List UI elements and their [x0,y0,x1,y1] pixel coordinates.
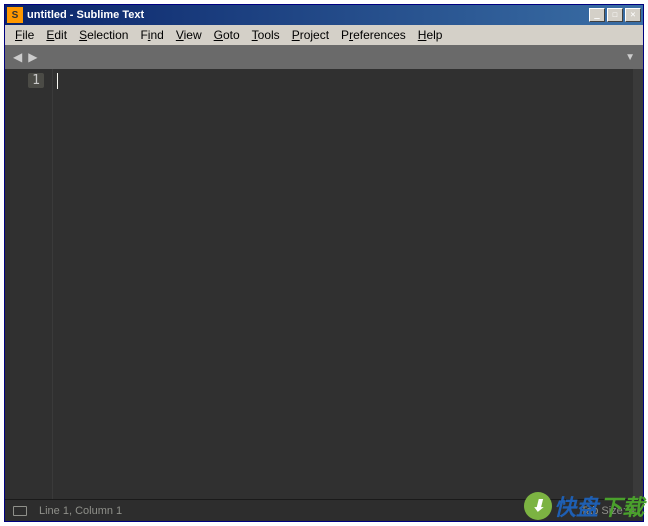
status-position[interactable]: Line 1, Column 1 [39,505,122,517]
text-cursor [57,73,58,89]
menu-tools[interactable]: Tools [246,26,286,44]
menubar: File Edit Selection Find View Goto Tools… [5,25,643,45]
menu-project[interactable]: Project [286,26,335,44]
tab-prev-icon[interactable]: ◀ [13,50,22,64]
panel-switcher-icon[interactable] [13,506,27,516]
menu-find[interactable]: Find [134,26,169,44]
tab-nav: ◀ ▶ [13,50,37,64]
menu-selection[interactable]: Selection [73,26,134,44]
tab-bar: ◀ ▶ ▼ [5,45,643,69]
maximize-button[interactable]: ☐ [607,8,623,22]
titlebar[interactable]: S untitled - Sublime Text _ ☐ ✕ [5,5,643,25]
status-left: Line 1, Column 1 [13,505,122,517]
vertical-scrollbar[interactable] [633,69,643,499]
menu-goto[interactable]: Goto [208,26,246,44]
menu-preferences[interactable]: Preferences [335,26,412,44]
gutter: 1 [5,69,53,499]
watermark-text-1: 快盘 [554,490,598,522]
watermark-icon: ⬇ [524,492,552,520]
tab-next-icon[interactable]: ▶ [28,50,37,64]
close-button[interactable]: ✕ [625,8,641,22]
watermark-text-2: 下载 [600,490,644,522]
watermark: ⬇ 快盘下载 [524,490,644,522]
menu-view[interactable]: View [170,26,208,44]
code-editor[interactable] [53,69,633,499]
window-title: untitled - Sublime Text [27,9,589,21]
app-icon: S [7,7,23,23]
app-window: S untitled - Sublime Text _ ☐ ✕ File Edi… [4,4,644,522]
minimize-button[interactable]: _ [589,8,605,22]
menu-file[interactable]: File [9,26,40,44]
window-controls: _ ☐ ✕ [589,8,641,22]
tab-dropdown-icon[interactable]: ▼ [625,52,635,63]
editor-area: 1 [5,69,643,499]
menu-edit[interactable]: Edit [40,26,73,44]
menu-help[interactable]: Help [412,26,449,44]
line-number-1: 1 [28,73,44,88]
